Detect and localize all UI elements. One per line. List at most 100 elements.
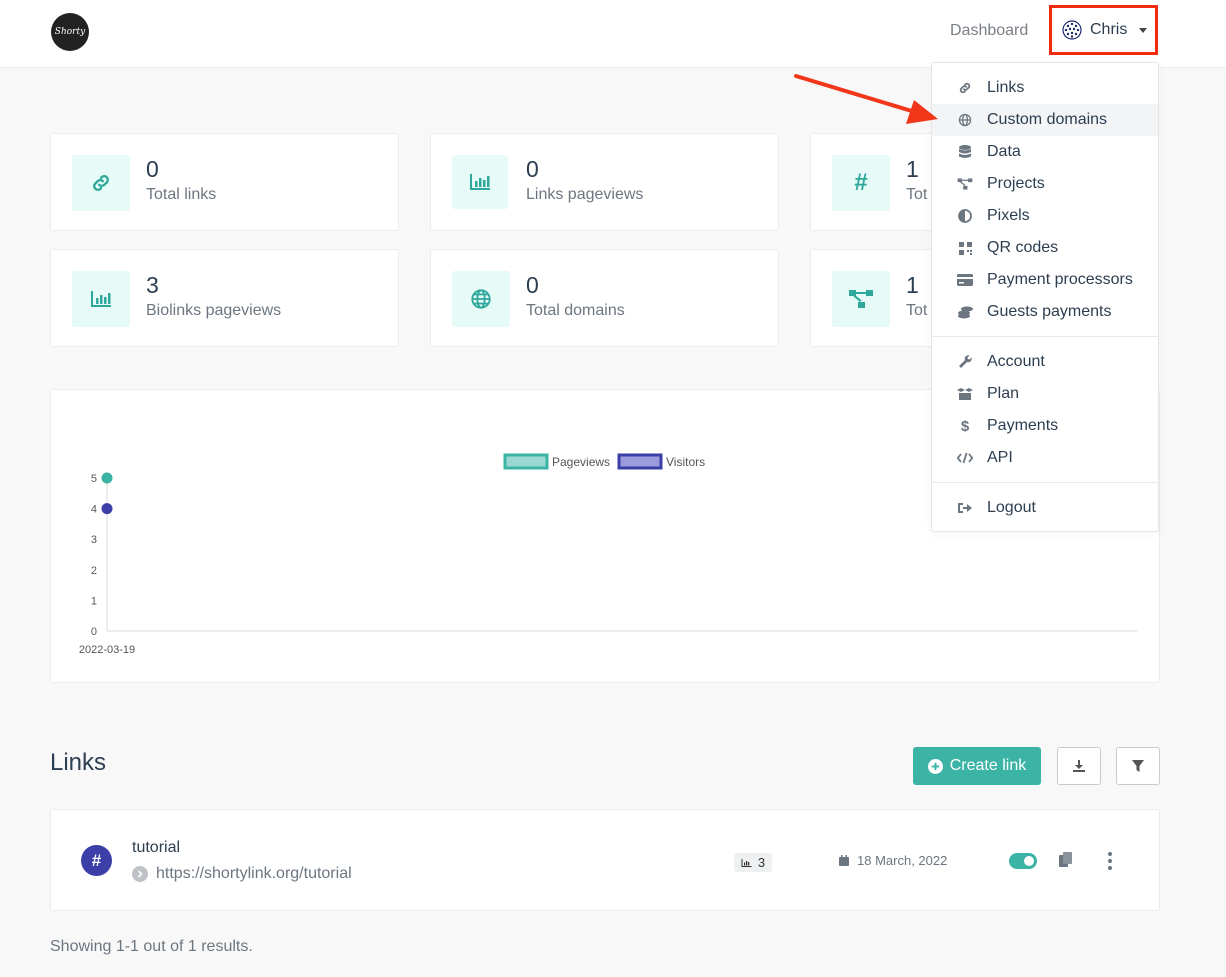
stat-value: 0 xyxy=(526,156,539,182)
bar-chart-icon xyxy=(452,155,508,209)
stat-card-links-pageviews: 0 Links pageviews xyxy=(430,133,779,231)
stat-label: Links pageviews xyxy=(526,186,644,203)
y-tick-label: 0 xyxy=(91,626,97,638)
credit-card-icon xyxy=(957,272,973,288)
stat-card-total-3: # 1 Tot xyxy=(810,133,950,231)
menu-item-payment-processors[interactable]: Payment processors xyxy=(932,264,1158,296)
bar-chart-icon xyxy=(741,858,752,867)
y-tick-label: 4 xyxy=(91,504,97,516)
stat-value: 0 xyxy=(526,272,539,298)
link-date-text: 18 March, 2022 xyxy=(857,853,948,868)
menu-item-label: Custom domains xyxy=(987,111,1108,128)
stat-label: Total domains xyxy=(526,302,625,319)
nav-dashboard-link[interactable]: Dashboard xyxy=(950,22,1028,40)
pageviews-badge[interactable]: 3 xyxy=(734,853,772,872)
chart-legend: Pageviews Visitors xyxy=(503,453,705,470)
link-url-row: https://shortylink.org/tutorial xyxy=(132,865,352,883)
user-avatar-icon xyxy=(1062,20,1082,40)
pageviews-count: 3 xyxy=(757,855,766,870)
link-icon xyxy=(957,80,973,96)
stat-label: Tot xyxy=(906,186,928,203)
dollar-icon: $ xyxy=(960,417,970,435)
link-name[interactable]: tutorial xyxy=(132,839,180,857)
legend-swatch-visitors xyxy=(617,453,663,470)
project-diagram-icon xyxy=(957,176,973,192)
data-point-visitors[interactable] xyxy=(101,503,113,515)
y-axis-ticks: 5 4 3 2 1 0 xyxy=(91,473,97,638)
database-icon xyxy=(957,144,973,160)
code-icon xyxy=(957,450,973,466)
more-options-icon[interactable] xyxy=(1108,852,1112,870)
user-menu-toggle[interactable]: Chris xyxy=(1049,5,1158,55)
chevron-right-icon xyxy=(132,866,148,882)
download-button[interactable] xyxy=(1057,747,1101,785)
hashtag-icon: # xyxy=(832,155,890,211)
stat-value: 0 xyxy=(146,156,159,182)
menu-item-label: Projects xyxy=(987,175,1045,192)
menu-item-label: Payment processors xyxy=(987,271,1133,288)
menu-item-payments[interactable]: $ Payments xyxy=(932,410,1158,442)
link-date: 18 March, 2022 xyxy=(839,853,947,868)
stat-card-total-6: 1 Tot xyxy=(810,249,950,347)
menu-item-label: API xyxy=(987,449,1013,466)
logo[interactable]: Shorty xyxy=(51,13,89,51)
stat-value: 1 xyxy=(906,272,919,298)
adjust-icon xyxy=(957,208,973,224)
filter-button[interactable] xyxy=(1116,747,1160,785)
menu-item-label: Data xyxy=(987,143,1021,160)
copy-icon[interactable] xyxy=(1059,852,1073,868)
legend-swatch-pageviews xyxy=(503,453,549,470)
legend-label-pageviews: Pageviews xyxy=(552,455,610,469)
filter-icon xyxy=(1132,760,1144,772)
create-link-button[interactable]: Create link xyxy=(913,747,1041,785)
box-icon xyxy=(957,386,973,402)
stat-label: Tot xyxy=(906,302,928,319)
stat-card-biolinks-pageviews: 3 Biolinks pageviews xyxy=(50,249,399,347)
menu-divider xyxy=(932,336,1158,337)
user-dropdown-menu: Links Custom domains Data Projects Pixel… xyxy=(931,62,1159,532)
legend-label-visitors: Visitors xyxy=(666,455,705,469)
results-count: Showing 1-1 out of 1 results. xyxy=(50,938,253,955)
menu-divider xyxy=(932,482,1158,483)
menu-item-guests-payments[interactable]: Guests payments xyxy=(932,296,1158,328)
menu-item-projects[interactable]: Projects xyxy=(932,168,1158,200)
link-url[interactable]: https://shortylink.org/tutorial xyxy=(156,865,352,883)
chevron-down-icon xyxy=(1139,27,1148,33)
coins-icon xyxy=(957,304,973,320)
y-tick-label: 3 xyxy=(91,534,97,546)
menu-item-pixels[interactable]: Pixels xyxy=(932,200,1158,232)
menu-item-links[interactable]: Links xyxy=(932,72,1158,104)
top-navbar: Shorty Dashboard Chris xyxy=(0,0,1226,68)
menu-item-data[interactable]: Data xyxy=(932,136,1158,168)
logo-text: Shorty xyxy=(54,27,86,37)
menu-item-label: Pixels xyxy=(987,207,1030,224)
plus-circle-icon xyxy=(927,758,943,774)
menu-item-logout[interactable]: Logout xyxy=(932,492,1158,524)
y-tick-label: 1 xyxy=(91,595,97,607)
menu-item-qr-codes[interactable]: QR codes xyxy=(932,232,1158,264)
menu-item-label: Guests payments xyxy=(987,303,1112,320)
menu-item-api[interactable]: API xyxy=(932,442,1158,474)
menu-item-label: QR codes xyxy=(987,239,1059,256)
stat-card-total-links: 0 Total links xyxy=(50,133,399,231)
bar-chart-icon xyxy=(72,271,130,327)
y-tick-label: 5 xyxy=(91,473,97,485)
menu-item-label: Account xyxy=(987,353,1045,370)
calendar-icon xyxy=(839,855,849,866)
link-enabled-toggle[interactable] xyxy=(1009,853,1037,869)
menu-item-label: Plan xyxy=(987,385,1020,402)
qrcode-icon xyxy=(957,240,973,256)
stat-card-total-domains: 0 Total domains xyxy=(430,249,779,347)
menu-item-custom-domains[interactable]: Custom domains xyxy=(932,104,1158,136)
menu-item-plan[interactable]: Plan xyxy=(932,378,1158,410)
wrench-icon xyxy=(957,354,973,370)
menu-item-label: Logout xyxy=(987,499,1036,516)
stat-value: 1 xyxy=(906,156,919,182)
menu-item-label: Links xyxy=(987,79,1025,96)
stat-label: Biolinks pageviews xyxy=(146,302,282,319)
menu-item-account[interactable]: Account xyxy=(932,346,1158,378)
data-point-pageviews[interactable] xyxy=(101,472,113,484)
project-diagram-icon xyxy=(832,271,890,327)
globe-icon xyxy=(452,271,510,327)
menu-item-label: Payments xyxy=(987,417,1059,434)
